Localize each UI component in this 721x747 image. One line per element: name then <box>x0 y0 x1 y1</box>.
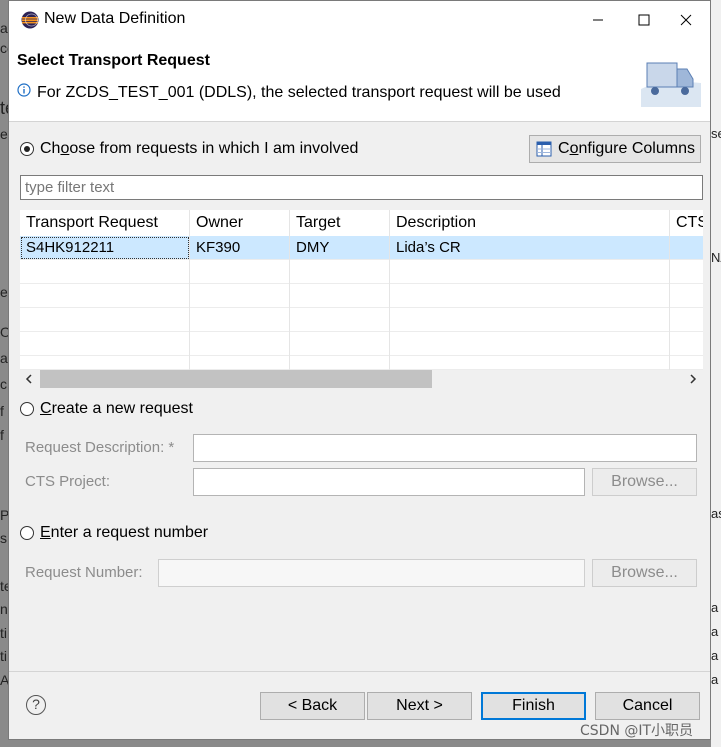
create-new-request-radio[interactable]: Create a new request <box>20 400 193 418</box>
minimize-icon <box>593 19 603 21</box>
bg-text: se <box>711 126 721 141</box>
cell-target: DMY <box>290 236 390 260</box>
cts-project-field[interactable] <box>193 468 585 496</box>
column-header-cts[interactable]: CTS <box>670 210 703 236</box>
bg-text: n <box>0 601 8 617</box>
page-title: Select Transport Request <box>17 52 210 69</box>
request-number-browse-button[interactable]: Browse... <box>592 559 697 587</box>
cell-request: S4HK912211 <box>20 236 190 260</box>
enter-request-number-label: Enter a request number <box>40 524 209 541</box>
table-row-empty <box>20 332 703 356</box>
cell-description: Lida’s CR <box>390 236 670 260</box>
radio-selected-indicator <box>20 142 34 156</box>
next-button-label: Next > <box>396 697 443 714</box>
back-button-label: < Back <box>287 697 338 714</box>
watermark: CSDN @IT小职员 <box>580 723 694 739</box>
bg-text: a <box>711 648 719 663</box>
title-bar[interactable]: New Data Definition <box>9 1 710 39</box>
table-row[interactable]: S4HK912211 KF390 DMY Lida’s CR <box>20 236 703 260</box>
radio-unselected-indicator <box>20 526 34 540</box>
cell-owner: KF390 <box>190 236 290 260</box>
close-icon <box>680 14 692 26</box>
bg-text: a <box>711 624 719 639</box>
configure-columns-button[interactable]: Configure Columns <box>529 135 701 163</box>
cancel-button-label: Cancel <box>622 697 673 714</box>
scrollbar-thumb[interactable] <box>40 370 432 388</box>
window-title: New Data Definition <box>44 10 186 27</box>
bg-text: a <box>711 600 719 615</box>
cell-cts <box>670 236 703 260</box>
configure-columns-label: Configure Columns <box>558 140 695 157</box>
finish-button-label: Finish <box>512 697 555 714</box>
cts-browse-button[interactable]: Browse... <box>592 468 697 496</box>
transport-truck-icon <box>641 62 701 107</box>
wizard-header: Select Transport Request For ZCDS_TEST_0… <box>9 39 710 122</box>
enter-request-number-radio[interactable]: Enter a request number <box>20 524 208 542</box>
radio-unselected-indicator <box>20 402 34 416</box>
minimize-button[interactable] <box>575 1 621 39</box>
scroll-left-icon[interactable] <box>24 374 34 384</box>
filter-input[interactable]: type filter text <box>20 175 703 200</box>
cts-project-label: CTS Project: <box>25 473 111 490</box>
column-header-target[interactable]: Target <box>290 210 390 236</box>
bg-text: a <box>711 672 719 687</box>
bg-text: c <box>0 376 7 392</box>
columns-icon <box>536 141 552 157</box>
eclipse-icon <box>21 11 39 29</box>
help-icon[interactable]: ? <box>26 695 46 715</box>
request-number-field[interactable] <box>158 559 585 587</box>
bg-text: ti <box>0 625 7 641</box>
bg-text: f <box>0 427 4 443</box>
transport-request-table[interactable]: Transport Request Owner Target Descripti… <box>20 210 703 388</box>
choose-involved-radio[interactable]: Choose from requests in which I am invol… <box>20 140 358 158</box>
scroll-right-icon[interactable] <box>688 374 698 384</box>
bg-text: ti <box>0 648 7 664</box>
back-button[interactable]: < Back <box>260 692 365 720</box>
header-message: For ZCDS_TEST_001 (DDLS), the selected t… <box>37 84 561 101</box>
footer-separator <box>9 671 710 672</box>
next-button[interactable]: Next > <box>367 692 472 720</box>
bg-text: a <box>0 20 8 36</box>
request-number-label: Request Number: <box>25 564 143 581</box>
bg-text: e <box>0 284 8 300</box>
close-button[interactable] <box>663 1 709 39</box>
cancel-button[interactable]: Cancel <box>595 692 700 720</box>
table-row-empty <box>20 284 703 308</box>
create-new-request-label: Create a new request <box>40 400 193 417</box>
finish-button[interactable]: Finish <box>481 692 586 720</box>
table-row-empty <box>20 260 703 284</box>
maximize-button[interactable] <box>621 1 667 39</box>
column-header-owner[interactable]: Owner <box>190 210 290 236</box>
new-data-definition-dialog: New Data Definition Select Transport Req… <box>8 0 711 740</box>
maximize-icon <box>638 14 650 26</box>
table-row-empty <box>20 356 703 370</box>
bg-text: NA <box>711 250 721 265</box>
request-description-label: Request Description: * <box>25 439 175 456</box>
column-header-transport-request[interactable]: Transport Request <box>20 210 190 236</box>
bg-text: as <box>711 506 721 521</box>
bg-text: f <box>0 403 4 419</box>
info-icon <box>17 83 31 97</box>
choose-involved-label: Choose from requests in which I am invol… <box>40 140 359 157</box>
request-description-field[interactable] <box>193 434 697 462</box>
table-row-empty <box>20 308 703 332</box>
horizontal-scrollbar[interactable] <box>20 370 703 388</box>
column-header-description[interactable]: Description <box>390 210 670 236</box>
